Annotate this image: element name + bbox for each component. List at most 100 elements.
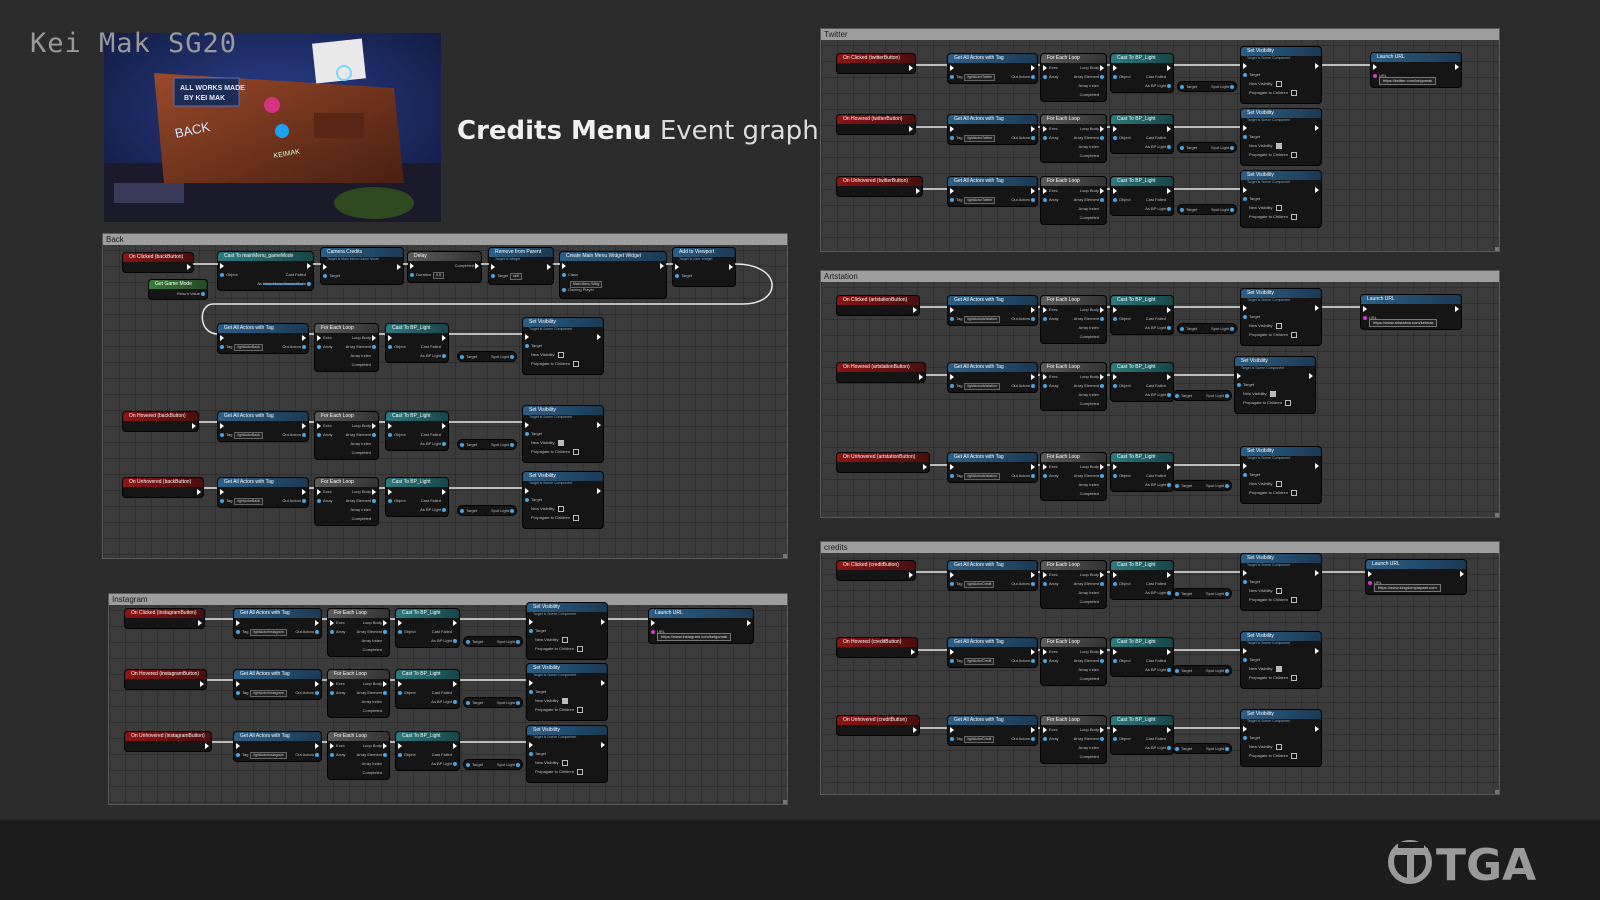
for-each-node[interactable]: For Each Loop Exec Loop Body Array Array E… (315, 324, 378, 371)
for-each-node[interactable]: For Each Loop Exec Loop Body Array Array E… (328, 732, 389, 779)
cast-bp-light-node[interactable]: Cast To BP_Light Object Cast Failed As BP… (1111, 296, 1173, 334)
cast-bp-light-node[interactable]: Cast To BP_Light Object Cast Failed As BP… (1111, 638, 1173, 676)
launch-url-node[interactable]: Launch URL URL https://www.instagram.com… (649, 609, 753, 643)
set-visibility-node[interactable]: Set Visibility Target is Scene Component… (523, 406, 603, 462)
spot-light-getter[interactable]: Target Spot Light (1178, 143, 1236, 152)
launch-url-node[interactable]: Launch URL URL https://www.artstation.co… (1361, 295, 1461, 329)
event-node-clicked[interactable]: On Clicked (twitterButton) (837, 54, 915, 73)
launch-url-node[interactable]: Launch URL URL https://twitter.com/keigo… (1371, 53, 1461, 87)
cast-main-menu-node[interactable]: Cast To mainMenu_gameMode Object Cast Fai… (218, 252, 313, 290)
spot-light-getter[interactable]: Target Spot Light (1173, 666, 1231, 675)
set-visibility-node[interactable]: Set Visibility Target is Scene Component… (1241, 632, 1321, 688)
cast-bp-light-node[interactable]: Cast To BP_Light Object Cast Failed As BP… (396, 732, 459, 770)
add-to-viewport-node[interactable]: Add to Viewport Target is User Widget Ta… (673, 248, 735, 286)
get-actors-node[interactable]: Get All Actors with Tag Tag lightActorIns… (234, 732, 321, 761)
event-node-clicked[interactable]: On Clicked (creditButton) (837, 561, 915, 580)
event-node-clicked[interactable]: On Clicked (artstationButton) (837, 296, 919, 315)
get-actors-node[interactable]: Get All Actors with Tag Tag lightActorIns… (234, 670, 321, 699)
get-actors-node[interactable]: Get All Actors with Tag Tag lightActorCre… (948, 638, 1037, 667)
set-visibility-node[interactable]: Set Visibility Target is Scene Component… (1241, 289, 1321, 345)
spot-light-getter[interactable]: Target Spot Light (1178, 205, 1236, 214)
set-visibility-node[interactable]: Set Visibility Target is Scene Component… (527, 726, 607, 782)
for-each-node[interactable]: For Each Loop Exec Loop Body Array Array E… (315, 478, 378, 525)
get-actors-node[interactable]: Get All Actors with Tag Tag lightActorCre… (948, 561, 1037, 590)
event-node-hovered[interactable]: On Hovered (twitterButton) (837, 115, 915, 134)
for-each-node[interactable]: For Each Loop Exec Loop Body Array Array E… (1041, 453, 1106, 500)
set-visibility-node[interactable]: Set Visibility Target is Scene Component… (1241, 47, 1321, 103)
event-node-unhovered[interactable]: On Unhovered (artstationButton) (837, 453, 929, 472)
set-visibility-node[interactable]: Set Visibility Target is Scene Component… (527, 664, 607, 720)
spot-light-getter[interactable]: Target Spot Light (1178, 324, 1236, 333)
event-node-unhovered[interactable]: On Unhovered (instagramButton) (125, 732, 211, 751)
spot-light-getter[interactable]: Target Spot Light (458, 352, 516, 361)
event-node-hovered[interactable]: On Hovered (backButton) (123, 412, 198, 431)
spot-light-getter[interactable]: Target Spot Light (1173, 744, 1231, 753)
set-visibility-node[interactable]: Set Visibility Target is Scene Component… (1241, 109, 1321, 165)
cast-bp-light-node[interactable]: Cast To BP_Light Object Cast Failed As BP… (396, 609, 459, 647)
cast-bp-light-node[interactable]: Cast To BP_Light Object Cast Failed As BP… (1111, 115, 1173, 153)
spot-light-getter[interactable]: Target Spot Light (464, 760, 522, 769)
get-actors-node[interactable]: Get All Actors with Tag Tag lightActorBac… (218, 412, 308, 441)
spot-light-getter[interactable]: Target Spot Light (1173, 391, 1231, 400)
cast-bp-light-node[interactable]: Cast To BP_Light Object Cast Failed As BP… (1111, 716, 1173, 754)
get-actors-node[interactable]: Get All Actors with Tag Tag lightActorCre… (948, 716, 1037, 745)
set-visibility-node[interactable]: Set Visibility Target is Scene Component… (523, 472, 603, 528)
spot-light-getter[interactable]: Target Spot Light (458, 440, 516, 449)
cast-bp-light-node[interactable]: Cast To BP_Light Object Cast Failed As BP… (1111, 561, 1173, 599)
create-widget-node[interactable]: Create Main Menu Widget Widget Class Mai… (560, 252, 666, 298)
cast-bp-light-node[interactable]: Cast To BP_Light Object Cast Failed As BP… (1111, 54, 1173, 92)
for-each-node[interactable]: For Each Loop Exec Loop Body Array Array E… (328, 670, 389, 717)
for-each-node[interactable]: For Each Loop Exec Loop Body Array Array E… (1041, 638, 1106, 685)
get-actors-node[interactable]: Get All Actors with Tag Tag lightActorIns… (234, 609, 321, 638)
set-visibility-node[interactable]: Set Visibility Target is Scene Component… (1241, 171, 1321, 227)
remove-from-parent-node[interactable]: Remove from Parent Target is Widget Targ… (489, 248, 553, 284)
set-visibility-node[interactable]: Set Visibility Target is Scene Component… (523, 318, 603, 374)
spot-light-getter[interactable]: Target Spot Light (1173, 589, 1231, 598)
event-node-hovered[interactable]: On Hovered (artstationButton) (837, 363, 925, 382)
get-actors-node[interactable]: Get All Actors with Tag Tag lightActorTwi… (948, 115, 1037, 144)
spot-light-getter[interactable]: Target Spot Light (1173, 481, 1231, 490)
camera-credits-node[interactable]: Camera Credits Target is Main Menu Game … (321, 248, 403, 284)
get-actors-node[interactable]: Get All Actors with Tag Tag lightActorBac… (218, 478, 308, 507)
cast-bp-light-node[interactable]: Cast To BP_Light Object Cast Failed As BP… (1111, 363, 1173, 401)
event-node-hovered[interactable]: On Hovered (creditButton) (837, 638, 917, 657)
for-each-node[interactable]: For Each Loop Exec Loop Body Array Array E… (328, 609, 389, 656)
get-actors-node[interactable]: Get All Actors with Tag Tag lightActorTwi… (948, 177, 1037, 206)
for-each-node[interactable]: For Each Loop Exec Loop Body Array Array E… (1041, 115, 1106, 162)
spot-light-getter[interactable]: Target Spot Light (464, 698, 522, 707)
get-actors-node[interactable]: Get All Actors with Tag Tag lightActorTwi… (948, 54, 1037, 83)
for-each-node[interactable]: For Each Loop Exec Loop Body Array Array E… (1041, 296, 1106, 343)
cast-bp-light-node[interactable]: Cast To BP_Light Object Cast Failed As BP… (1111, 453, 1173, 491)
for-each-node[interactable]: For Each Loop Exec Loop Body Array Array E… (1041, 54, 1106, 101)
get-actors-node[interactable]: Get All Actors with Tag Tag lightActorArt… (948, 453, 1037, 482)
set-visibility-node[interactable]: Set Visibility Target is Scene Component… (527, 603, 607, 659)
get-actors-node[interactable]: Get All Actors with Tag Tag lightActorArt… (948, 363, 1037, 392)
cast-bp-light-node[interactable]: Cast To BP_Light Object Cast Failed As BP… (386, 478, 448, 516)
event-node-clicked[interactable]: On Clicked (backButton) (123, 253, 193, 272)
cast-bp-light-node[interactable]: Cast To BP_Light Object Cast Failed As BP… (396, 670, 459, 708)
event-node-unhovered[interactable]: On Unhovered (twitterButton) (837, 177, 922, 196)
cast-bp-light-node[interactable]: Cast To BP_Light Object Cast Failed As BP… (386, 324, 448, 362)
cast-bp-light-node[interactable]: Cast To BP_Light Object Cast Failed As BP… (1111, 177, 1173, 215)
spot-light-getter[interactable]: Target Spot Light (458, 506, 516, 515)
get-actors-node[interactable]: Get All Actors with Tag Tag lightActorBac… (218, 324, 308, 353)
get-actors-node[interactable]: Get All Actors with Tag Tag lightActorArt… (948, 296, 1037, 325)
event-node-clicked[interactable]: On Clicked (instagramButton) (125, 609, 204, 628)
event-node-unhovered[interactable]: On Unhovered (backButton) (123, 478, 203, 497)
launch-url-node[interactable]: Launch URL URL https://www.kingdomplaywe… (1366, 560, 1466, 594)
get-game-mode-node[interactable]: Get Game Mode Return Value (149, 280, 207, 299)
for-each-node[interactable]: For Each Loop Exec Loop Body Array Array E… (1041, 177, 1106, 224)
for-each-node[interactable]: For Each Loop Exec Loop Body Array Array E… (1041, 716, 1106, 763)
spot-light-getter[interactable]: Target Spot Light (464, 637, 522, 646)
set-visibility-node[interactable]: Set Visibility Target is Scene Component… (1235, 357, 1315, 413)
set-visibility-node[interactable]: Set Visibility Target is Scene Component… (1241, 710, 1321, 766)
set-visibility-node[interactable]: Set Visibility Target is Scene Component… (1241, 447, 1321, 503)
set-visibility-node[interactable]: Set Visibility Target is Scene Component… (1241, 554, 1321, 610)
for-each-node[interactable]: For Each Loop Exec Loop Body Array Array E… (1041, 561, 1106, 608)
for-each-node[interactable]: For Each Loop Exec Loop Body Array Array E… (315, 412, 378, 459)
for-each-node[interactable]: For Each Loop Exec Loop Body Array Array E… (1041, 363, 1106, 410)
delay-node[interactable]: Delay Completed Duration 0.5 (408, 252, 481, 282)
event-node-hovered[interactable]: On Hovered (instagramButton) (125, 670, 206, 689)
spot-light-getter[interactable]: Target Spot Light (1178, 82, 1236, 91)
cast-bp-light-node[interactable]: Cast To BP_Light Object Cast Failed As BP… (386, 412, 448, 450)
